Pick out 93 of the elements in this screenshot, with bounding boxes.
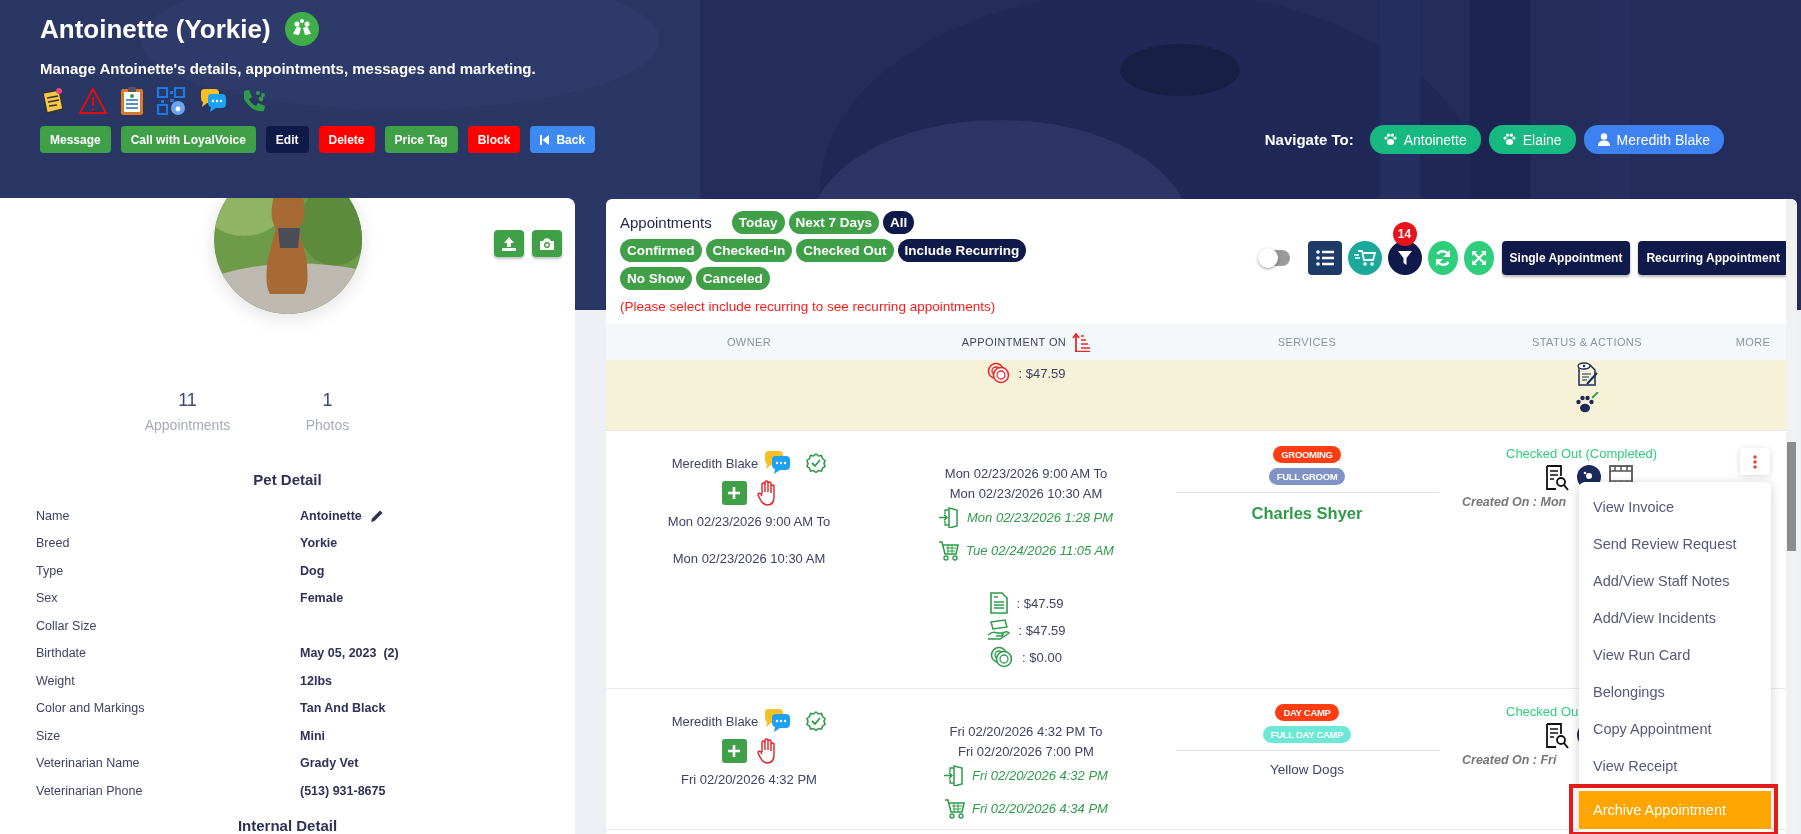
scrollbar[interactable] <box>1786 199 1797 834</box>
detail-label: Sex <box>36 591 59 606</box>
menu-item[interactable]: View Run Card <box>1579 636 1771 673</box>
status-text: Checked Ou <box>1506 704 1579 719</box>
badge-icon <box>806 711 827 731</box>
detail-value: Mini <box>300 728 325 743</box>
detail-value: Dog <box>300 563 325 578</box>
table-cell: Mon 02/23/2026 9:00 AM To <box>944 466 1108 481</box>
check-out-time: Fri 02/20/2026 4:34 PM <box>972 800 1108 816</box>
check-in-time: Fri 02/20/2026 4:32 PM <box>972 767 1108 783</box>
amount-text: : $47.59 <box>1018 622 1066 638</box>
paw-check-icon <box>1575 392 1599 414</box>
stat-label: Photos <box>305 417 350 433</box>
detail-label: Collar Size <box>36 618 98 633</box>
sort-icon <box>1072 332 1091 352</box>
plus-icon <box>728 487 740 499</box>
menu-item[interactable]: View Receipt <box>1579 747 1771 784</box>
menu-item[interactable]: Belongings <box>1579 673 1771 710</box>
service-tag: GROOMING <box>1273 446 1341 463</box>
detail-value: May 05, 2023 (2) <box>300 646 399 661</box>
add-button[interactable] <box>721 481 747 505</box>
detail-value: Grady Vet <box>300 756 359 771</box>
column-header: APPOINTMENT ON <box>961 336 1067 348</box>
check-in-icon <box>939 506 961 528</box>
detail-label: Color and Markings <box>36 701 146 716</box>
menu-item[interactable]: Add/View Incidents <box>1579 599 1771 636</box>
detail-value: (513) 931-8675 <box>300 783 386 798</box>
owner-name[interactable]: Meredith Blake <box>671 455 759 471</box>
menu-item[interactable]: Send Review Request <box>1579 525 1771 562</box>
menu-item[interactable]: Copy Appointment <box>1579 710 1771 747</box>
created-text: Created On : Fri <box>1462 753 1557 767</box>
menu-item[interactable]: Add/View Staff Notes <box>1579 562 1771 599</box>
detail-label: Birthdate <box>36 646 88 661</box>
table-cell: Fri 02/20/2026 7:00 PM <box>958 744 1094 759</box>
detail-label: Veterinarian Name <box>36 756 141 771</box>
section-title: Pet Detail <box>252 471 323 488</box>
table-cell: Mon 02/23/2026 10:30 AM <box>672 551 826 566</box>
service-tag: FULL GROOM <box>1268 468 1346 485</box>
column-header: OWNER <box>726 336 772 348</box>
detail-value: Tan And Black <box>300 701 386 716</box>
status-text: Checked Out (Completed) <box>1506 446 1657 461</box>
amount-text: : $47.59 <box>1018 365 1066 381</box>
amount-text: : $0.00 <box>1022 649 1062 665</box>
add-button[interactable] <box>721 739 747 763</box>
notes-icon <box>1576 362 1598 386</box>
cart-icon <box>944 797 967 819</box>
column-header: MORE <box>1735 336 1771 348</box>
detail-value: Yorkie <box>300 536 338 551</box>
check-out-time: Tue 02/24/2026 11:05 AM <box>966 542 1114 558</box>
detail-label: Veterinarian Phone <box>36 783 144 798</box>
table-cell: Fri 02/20/2026 4:32 PM <box>681 772 817 787</box>
chat-icon <box>762 708 793 734</box>
detail-value: Female <box>300 591 344 606</box>
detail-value: 12lbs <box>300 673 332 688</box>
table-cell: Fri 02/20/2026 4:32 PM To <box>949 724 1103 739</box>
hand-icon <box>756 738 777 764</box>
check-in-time: Mon 02/23/2026 1:28 PM <box>967 509 1113 525</box>
badge-icon <box>806 453 827 473</box>
detail-label: Type <box>36 563 65 578</box>
detail-label: Breed <box>36 536 71 551</box>
column-header: SERVICES <box>1277 336 1337 348</box>
created-text: Created On : Mon <box>1462 495 1567 509</box>
detail-label: Size <box>36 728 62 743</box>
plus-icon <box>728 745 740 757</box>
payment-icon <box>986 619 1011 641</box>
table-cell: Mon 02/23/2026 9:00 AM To <box>667 514 831 529</box>
more-button[interactable] <box>1740 448 1770 475</box>
detail-label: Weight <box>36 673 76 688</box>
hand-icon <box>756 480 777 506</box>
column-header: STATUS & ACTIONS <box>1532 336 1642 348</box>
document-search-icon <box>1545 465 1569 491</box>
section-title: Internal Detail <box>236 816 339 834</box>
invoice-icon <box>988 592 1009 614</box>
staff-name: Charles Shyer <box>1251 504 1363 523</box>
amount-text: : $47.59 <box>1016 595 1064 611</box>
cart-icon <box>938 539 961 561</box>
document-search-icon <box>1545 723 1569 749</box>
service-tag: DAY CAMP <box>1275 704 1339 721</box>
table-cell: Mon 02/23/2026 10:30 AM <box>949 486 1103 501</box>
stat-value: 1 <box>322 390 333 411</box>
service-tag: FULL DAY CAMP <box>1262 726 1352 743</box>
pencil-icon <box>369 508 384 523</box>
staff-name: Yellow Dogs <box>1270 762 1344 777</box>
detail-label: Name <box>36 508 71 523</box>
owner-name[interactable]: Meredith Blake <box>671 713 759 729</box>
stat-value: 11 <box>178 390 197 411</box>
kebab-icon <box>1753 454 1757 469</box>
coins-icon <box>990 646 1015 668</box>
stat-label: Appointments <box>144 417 231 433</box>
coins-icon <box>986 362 1011 384</box>
menu-item[interactable]: View Invoice <box>1579 488 1771 525</box>
chat-icon <box>762 450 793 476</box>
detail-value: Antoinette <box>300 508 362 523</box>
